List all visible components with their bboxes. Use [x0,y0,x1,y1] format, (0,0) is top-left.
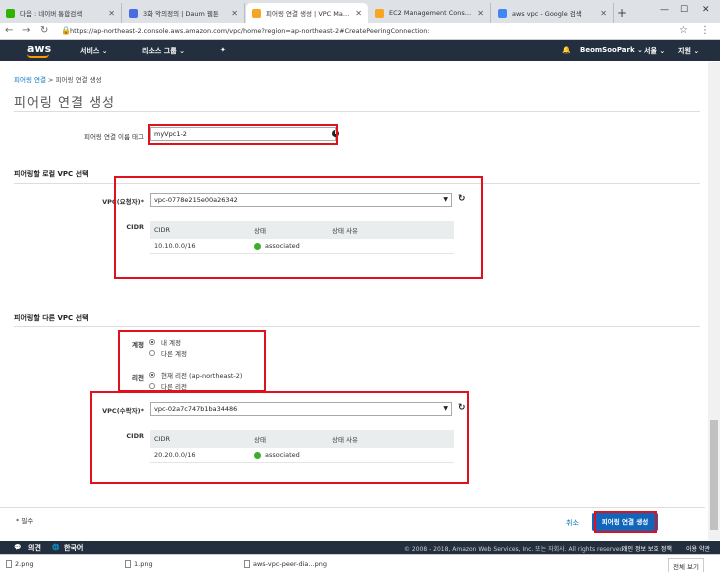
browser-tab[interactable]: EC2 Management Console ✕ [369,3,491,23]
highlight-box [594,511,657,533]
file-icon [244,560,250,568]
download-item[interactable]: 1.png [125,560,153,568]
address-bar: ← → ↻ 🔒 https://ap-northeast-2.console.a… [0,23,720,40]
browser-tab[interactable]: aws vpc - Google 검색 ✕ [492,3,614,23]
language-link[interactable]: 한국어 [64,543,83,553]
page-title: 피어링 연결 생성 [14,96,115,111]
browser-tab[interactable]: 다음 : 네이버 통합검색 ✕ [0,3,122,23]
back-icon[interactable]: ← [5,25,13,36]
download-name: 2.png [15,560,34,568]
url-field[interactable]: https://ap-northeast-2.console.aws.amazo… [70,27,430,35]
resource-groups-menu[interactable]: 리소스 그룹 ⌄ [142,46,185,56]
feedback-link[interactable]: 의견 [28,543,41,553]
highlight-box [114,176,483,279]
tab-title: 다음 : 네이버 통합검색 [20,10,83,18]
naver-favicon-icon [6,8,15,18]
show-all-downloads-button[interactable]: 전체 보기 [668,558,704,572]
aws-favicon-icon [375,8,384,18]
breadcrumb-link-peering[interactable]: 피어링 연결 [14,76,46,84]
menu-icon[interactable]: ⋮ [700,25,710,36]
highlight-box [148,124,338,145]
terms-link[interactable]: 이용 약관 [686,544,710,553]
file-icon [125,560,131,568]
services-menu[interactable]: 서비스 ⌄ [80,46,108,56]
reload-icon[interactable]: ↻ [40,25,48,36]
minimize-icon[interactable]: — [660,5,669,15]
tab-title: 피어링 연결 생성 | VPC Manag [266,10,352,18]
close-icon[interactable]: ✕ [600,9,607,18]
highlight-box [90,391,469,484]
globe-icon[interactable]: 🌐 [52,544,59,551]
privacy-link[interactable]: 개인 정보 보호 정책 [622,544,672,553]
tab-title: aws vpc - Google 검색 [512,10,582,18]
tab-title: EC2 Management Console [389,9,474,17]
new-tab-button[interactable]: + [617,6,627,20]
downloads-bar: 2.png 1.png aws-vpc-peer-dia...png 전체 보기 [0,554,720,572]
divider [14,326,700,327]
divider [14,111,700,112]
breadcrumb: 피어링 연결 > 피어링 연결 생성 [14,74,102,84]
download-name: aws-vpc-peer-dia...png [253,560,327,568]
aws-smile-icon [27,54,49,58]
download-item[interactable]: aws-vpc-peer-dia...png [244,560,327,568]
close-window-icon[interactable]: ✕ [702,5,710,15]
maximize-icon[interactable]: ☐ [680,5,688,15]
download-name: 1.png [134,560,153,568]
chat-icon[interactable]: 💬 [14,544,21,551]
tab-title: 3화 악의정의 | Daum 웹툰 [143,10,219,18]
forward-icon[interactable]: → [22,25,30,36]
browser-tab-strip: 다음 : 네이버 통합검색 ✕ 3화 악의정의 | Daum 웹툰 ✕ 피어링 … [0,0,720,23]
browser-tab[interactable]: 3화 악의정의 | Daum 웹툰 ✕ [123,3,245,23]
bell-icon[interactable]: 🔔 [562,46,571,54]
aws-top-nav: aws 서비스 ⌄ 리소스 그룹 ⌄ ✦ 🔔 BeomSooPark ⌄ 서울 … [0,40,720,61]
required-note: * 필수 [16,517,34,525]
close-icon[interactable]: ✕ [108,9,115,18]
google-favicon-icon [498,8,507,18]
scrollbar-thumb[interactable] [710,420,718,530]
support-menu[interactable]: 지원 ⌄ [678,46,699,56]
region-menu[interactable]: 서울 ⌄ [644,46,665,56]
browser-tab-active[interactable]: 피어링 연결 생성 | VPC Manag ✕ [246,3,368,23]
breadcrumb-current: 피어링 연결 생성 [55,76,102,84]
file-icon [6,560,12,568]
close-icon[interactable]: ✕ [231,9,238,18]
name-tag-label: 피어링 연결 이름 태그 [83,133,144,141]
highlight-box [118,330,266,392]
close-icon[interactable]: ✕ [477,9,484,18]
daum-favicon-icon [129,8,138,18]
divider [0,507,705,508]
local-vpc-section-title: 피어링할 로컬 VPC 선택 [14,170,89,178]
aws-favicon-icon [252,8,261,18]
pin-icon[interactable]: ✦ [220,46,226,54]
cancel-button[interactable]: 취소 [566,518,579,528]
peer-vpc-section-title: 피어링할 다른 VPC 선택 [14,314,89,322]
bookmark-star-icon[interactable]: ☆ [679,25,688,36]
download-item[interactable]: 2.png [6,560,34,568]
copyright-text: © 2008 - 2018, Amazon Web Services, Inc.… [404,546,626,553]
user-menu[interactable]: BeomSooPark ⌄ [580,46,643,54]
close-icon[interactable]: ✕ [355,9,362,18]
breadcrumb-separator: > [45,76,56,84]
aws-footer: 💬 의견 🌐 한국어 © 2008 - 2018, Amazon Web Ser… [0,541,720,554]
